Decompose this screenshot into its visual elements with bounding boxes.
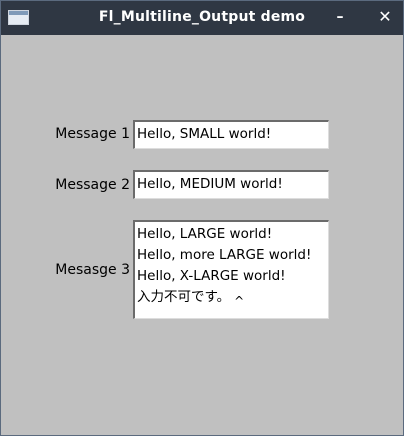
minimize-button[interactable]: – <box>330 7 350 27</box>
output-line: 入力不可です。 ^ <box>135 287 328 308</box>
message-2-output[interactable]: Hello, MEDIUM world! <box>133 170 329 199</box>
close-button[interactable]: ✕ <box>375 7 395 27</box>
output-line: Hello, LARGE world! <box>137 226 273 242</box>
output-line: Hello, more LARGE world! <box>137 247 312 263</box>
output-line-text: 入力不可です。 <box>137 289 231 305</box>
message-1-output[interactable]: Hello, SMALL world! <box>133 120 329 149</box>
caret-icon: ^ <box>234 294 245 308</box>
app-window: Fl_Multiline_Output demo – ✕ Message 1 H… <box>0 0 404 436</box>
message-3-label: Mesasge 3 <box>55 262 130 278</box>
message-1-label: Message 1 <box>55 126 130 142</box>
message-2-label: Message 2 <box>55 177 130 193</box>
output-line: Hello, SMALL world! <box>137 126 272 142</box>
title-bar[interactable]: Fl_Multiline_Output demo – ✕ <box>1 1 403 35</box>
output-line: Hello, X-LARGE world! <box>137 268 286 284</box>
message-3-output[interactable]: Hello, LARGE world! Hello, more LARGE wo… <box>133 220 329 319</box>
output-line: Hello, MEDIUM world! <box>137 176 283 192</box>
